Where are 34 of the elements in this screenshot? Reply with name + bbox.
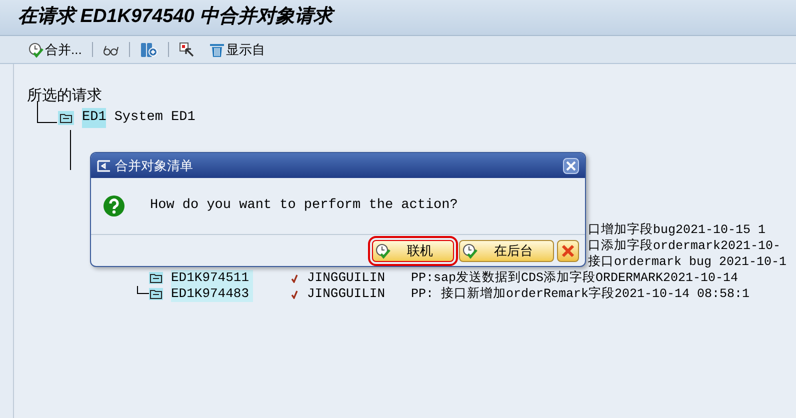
clock-check-icon bbox=[375, 242, 391, 258]
glasses-icon bbox=[102, 44, 119, 56]
toolbar-button[interactable]: 显示自 bbox=[206, 40, 267, 60]
window-title: 在请求 ED1K974540 中合并对象请求 bbox=[18, 4, 333, 30]
request-text: 接口ordermark bug 2021-10-1 bbox=[588, 255, 787, 269]
clock-check-icon bbox=[462, 242, 478, 258]
dialog-message: How do you want to perform the action? bbox=[150, 196, 458, 215]
cancel-button[interactable] bbox=[557, 240, 579, 262]
question-icon bbox=[103, 195, 125, 217]
toolbar-button[interactable] bbox=[100, 44, 121, 56]
tree-line bbox=[37, 101, 57, 123]
clock-check-icon bbox=[28, 42, 44, 58]
binoculars-icon bbox=[140, 42, 158, 58]
request-text: 口添加字段ordermark2021-10- bbox=[588, 239, 781, 253]
request-id[interactable]: ED1K974511 bbox=[171, 270, 253, 286]
tree-node-key[interactable]: ED1 bbox=[82, 108, 106, 128]
window-icon bbox=[97, 160, 111, 172]
tree-line bbox=[70, 130, 71, 170]
cursor-icon bbox=[178, 42, 195, 58]
request-description: PP: 接口新增加orderRemark字段2021-10-14 08:58:1 bbox=[411, 286, 750, 302]
trash-icon bbox=[208, 42, 225, 58]
request-description: PP:sap发送数据到CDS添加字段ORDERMARK2021-10-14 bbox=[411, 270, 738, 286]
owner-text: JINGGUILIN bbox=[307, 270, 386, 286]
close-icon bbox=[561, 244, 575, 258]
close-icon bbox=[566, 160, 576, 170]
request-id[interactable]: ED1K974483 bbox=[171, 286, 253, 302]
dialog-button[interactable]: 在后台 bbox=[459, 240, 554, 262]
close-button[interactable] bbox=[563, 158, 579, 174]
request-text: 口增加字段bug2021-10-15 1 bbox=[588, 223, 766, 237]
toolbar-button[interactable]: 合并... bbox=[26, 40, 84, 60]
tree-node-label: System ED1 bbox=[114, 108, 196, 127]
dialog-title: 合并对象清单 bbox=[115, 156, 193, 175]
owner-text: JINGGUILIN bbox=[307, 286, 386, 302]
tree-heading: 所选的请求 bbox=[27, 86, 103, 106]
